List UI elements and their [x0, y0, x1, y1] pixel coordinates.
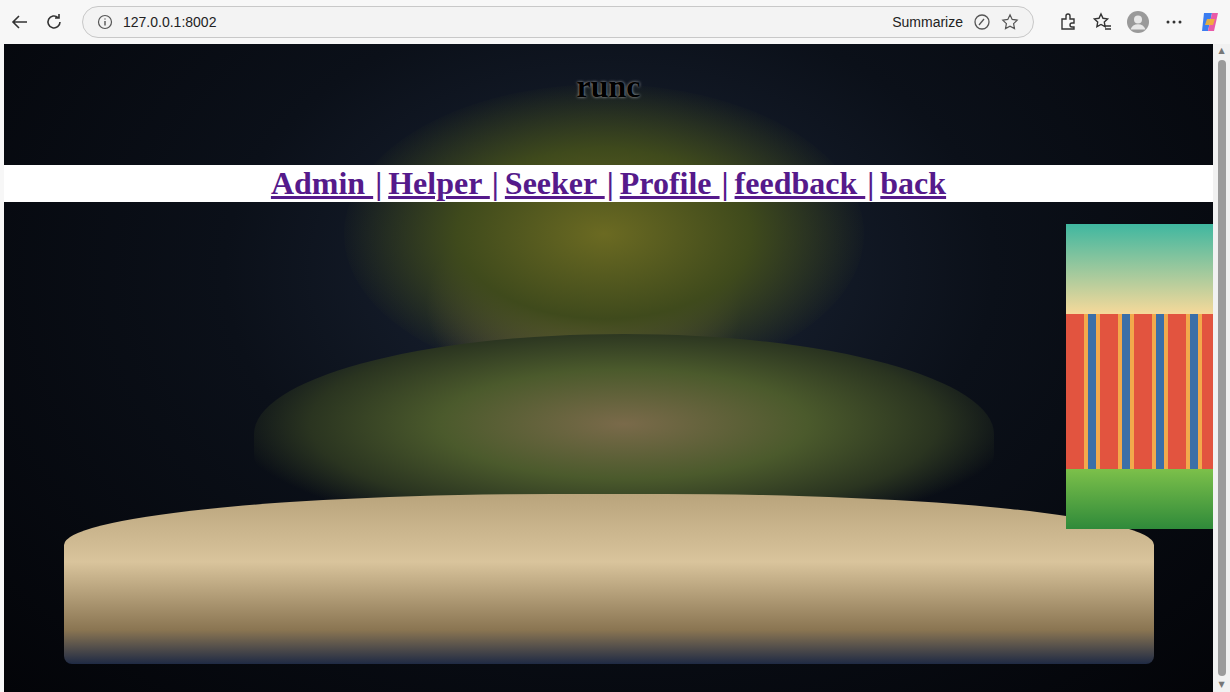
- page-viewport: runc Admin |Helper |Seeker |Profile |fee…: [0, 44, 1230, 692]
- favorites-icon[interactable]: [1092, 12, 1112, 32]
- more-menu-icon[interactable]: [1164, 12, 1184, 32]
- nav-link[interactable]: Profile: [620, 165, 720, 202]
- nav-link[interactable]: Seeker: [505, 165, 605, 202]
- nav-bar: Admin |Helper |Seeker |Profile |feedback…: [4, 165, 1213, 202]
- url-text[interactable]: 127.0.0.1:8002: [123, 14, 216, 30]
- nav-separator: |: [867, 165, 874, 202]
- address-bar[interactable]: 127.0.0.1:8002 Summarize: [82, 6, 1034, 38]
- page-content: runc Admin |Helper |Seeker |Profile |fee…: [4, 44, 1213, 692]
- page-heading: runc: [4, 64, 1213, 165]
- profile-icon[interactable]: [1126, 10, 1150, 34]
- scroll-thumb[interactable]: [1218, 60, 1226, 676]
- nav-link[interactable]: back: [880, 165, 946, 202]
- building-illustration: [1066, 224, 1213, 529]
- nav-link[interactable]: feedback: [735, 165, 866, 202]
- browser-toolbar: 127.0.0.1:8002 Summarize: [0, 0, 1230, 44]
- nav-link[interactable]: Admin: [271, 165, 373, 202]
- info-icon[interactable]: [97, 14, 113, 30]
- background-photo: [4, 44, 1213, 692]
- scroll-down-icon[interactable]: ▼: [1218, 678, 1224, 692]
- summarize-button[interactable]: Summarize: [892, 14, 963, 30]
- nav-separator: |: [375, 165, 382, 202]
- scroll-up-icon[interactable]: ▲: [1218, 44, 1224, 58]
- back-arrow-icon[interactable]: [10, 12, 30, 32]
- copilot-icon[interactable]: [1198, 10, 1222, 34]
- browser-window: 127.0.0.1:8002 Summarize runc Admin |Hel…: [0, 0, 1230, 692]
- star-icon[interactable]: [1001, 13, 1019, 31]
- read-aloud-icon[interactable]: [973, 13, 991, 31]
- extensions-icon[interactable]: [1058, 12, 1078, 32]
- nav-separator: |: [722, 165, 729, 202]
- nav-link[interactable]: Helper: [388, 165, 490, 202]
- nav-separator: |: [492, 165, 499, 202]
- scrollbar[interactable]: ▲ ▼: [1213, 44, 1230, 692]
- refresh-icon[interactable]: [44, 12, 64, 32]
- nav-separator: |: [607, 165, 614, 202]
